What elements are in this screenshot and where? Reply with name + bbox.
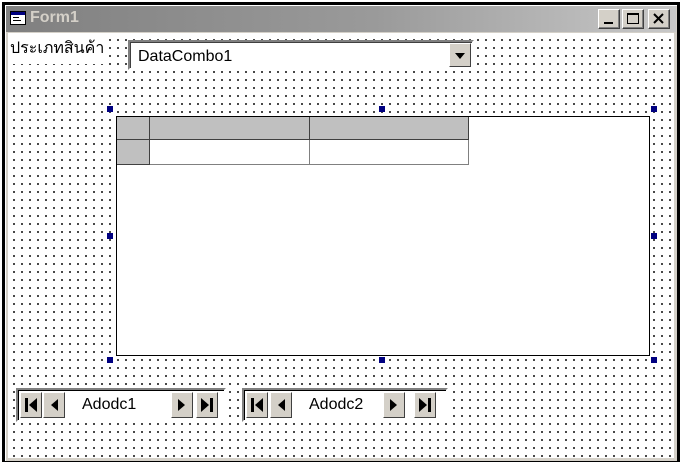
- move-last-icon: [419, 398, 431, 412]
- grid-cell[interactable]: [310, 140, 469, 165]
- close-icon: [653, 13, 664, 24]
- grid-cell[interactable]: [150, 140, 310, 165]
- close-button[interactable]: [648, 9, 670, 29]
- datacombo-value: DataCombo1: [138, 48, 233, 65]
- move-next-icon: [178, 399, 185, 411]
- adodc2-caption: Adodc2: [309, 396, 364, 413]
- adodc1-last-button[interactable]: [196, 392, 218, 418]
- adodc2-next-button[interactable]: [383, 392, 405, 418]
- resize-handle[interactable]: [651, 357, 657, 363]
- move-previous-icon: [278, 399, 285, 411]
- adodc1-next-button[interactable]: [171, 392, 193, 418]
- grid-corner-header: [117, 117, 150, 140]
- resize-handle[interactable]: [107, 357, 113, 363]
- adodc2-previous-button[interactable]: [270, 392, 292, 418]
- minimize-button[interactable]: [598, 9, 620, 29]
- move-previous-icon: [51, 399, 58, 411]
- resize-handle[interactable]: [379, 106, 385, 112]
- move-first-icon: [25, 398, 37, 412]
- move-next-icon: [390, 399, 397, 411]
- resize-handle[interactable]: [379, 357, 385, 363]
- grid-row-header[interactable]: [117, 140, 150, 165]
- adodc1-caption: Adodc1: [82, 396, 137, 413]
- datacombo-dropdown-button[interactable]: [449, 43, 471, 67]
- minimize-icon: [604, 22, 613, 24]
- adodc2-last-button[interactable]: [414, 392, 436, 418]
- adodc1-previous-button[interactable]: [43, 392, 65, 418]
- resize-handle[interactable]: [651, 233, 657, 239]
- title-bar[interactable]: [6, 6, 676, 32]
- grid-column-header[interactable]: [310, 117, 469, 140]
- adodc2-first-button[interactable]: [246, 392, 268, 418]
- move-last-icon: [201, 398, 213, 412]
- adodc1-first-button[interactable]: [20, 392, 42, 418]
- window-title: Form1: [30, 9, 79, 26]
- chevron-down-icon: [455, 53, 465, 59]
- maximize-icon: [627, 13, 639, 24]
- resize-handle[interactable]: [107, 233, 113, 239]
- maximize-button[interactable]: [622, 9, 644, 29]
- resize-handle[interactable]: [651, 106, 657, 112]
- resize-handle[interactable]: [107, 106, 113, 112]
- move-first-icon: [251, 398, 263, 412]
- grid-column-header[interactable]: [150, 117, 310, 140]
- category-label: ประเภทสินค้า: [8, 38, 107, 64]
- form-icon: [10, 11, 26, 25]
